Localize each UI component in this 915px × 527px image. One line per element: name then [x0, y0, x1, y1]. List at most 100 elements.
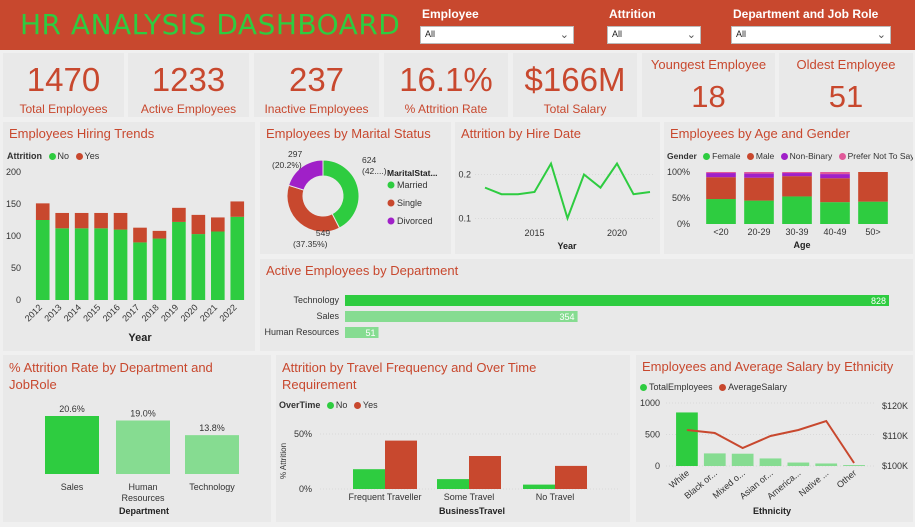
bar-segment — [706, 172, 736, 174]
chevron-down-icon: ⌄ — [876, 29, 886, 41]
filter-attrition-value: All — [612, 29, 623, 39]
bar-segment — [858, 201, 888, 224]
bar — [787, 462, 810, 466]
bar-yes — [172, 207, 186, 222]
x-tick-label: Frequent Traveller — [348, 492, 421, 502]
bar-segment — [744, 173, 774, 178]
y-tick-label: Sales — [316, 311, 339, 321]
y-tick-label: 1000 — [640, 398, 660, 408]
kpi-value: 16.1% — [399, 61, 493, 98]
x-axis-title: Ethnicity — [753, 506, 791, 516]
x-tick-label: 2016 — [101, 302, 122, 323]
filter-attrition-label: Attrition — [609, 7, 656, 21]
x-tick-label: 40-49 — [823, 227, 846, 237]
bar-no — [55, 228, 69, 300]
slice-percent-label: (37.35%) — [293, 239, 328, 249]
kpi-total-employees: 1470 Total Employees — [3, 53, 124, 117]
bar-no — [74, 228, 89, 300]
x-axis-title: BusinessTravel — [439, 506, 505, 516]
bar-yes — [55, 212, 69, 229]
age-gender-chart: 0% 50% 100% <20 20-29 30-39 40-49 50> Age — [667, 167, 888, 250]
kpi-active-employees: 1233 Active Employees — [128, 53, 249, 117]
kpi-label: Total Salary — [543, 102, 607, 116]
kpi-value: 18 — [691, 79, 726, 114]
y-tick-label: 0% — [677, 219, 690, 229]
data-label: 13.8% — [199, 423, 225, 433]
bar-segment — [706, 177, 736, 200]
bar-yes — [113, 212, 128, 230]
data-label: 20.6% — [59, 404, 85, 414]
bar — [731, 453, 754, 466]
bar — [45, 416, 99, 474]
filter-department-value: All — [736, 29, 747, 39]
legend-swatch — [387, 199, 395, 207]
kpi-value: 1233 — [151, 61, 226, 98]
x-tick-label: White — [667, 468, 691, 490]
bar-no — [35, 220, 50, 300]
bar-segment — [782, 172, 812, 174]
filter-department-dropdown[interactable]: All ⌄ — [731, 26, 891, 44]
y-tick-label: 0% — [299, 484, 312, 494]
x-tick-label: 2019 — [159, 302, 180, 323]
bar — [703, 453, 726, 466]
bar-no — [94, 228, 108, 300]
bar-yes — [152, 230, 167, 239]
y-tick-label: 0.1 — [458, 213, 471, 223]
attrition-line — [484, 161, 651, 222]
y-tick-label: 100 — [6, 231, 21, 241]
x-tick-label: 2012 — [23, 302, 44, 323]
y2-tick-label: $100K — [882, 461, 908, 471]
dashboard-title: HR ANALYSIS DASHBOARD — [20, 8, 401, 41]
y2-tick-label: $110K — [883, 431, 908, 441]
bar — [523, 484, 555, 489]
bar-no — [211, 231, 225, 300]
kpi-value: 51 — [828, 79, 864, 114]
kpi-label: Oldest Employee — [796, 57, 896, 72]
y2-tick-label: $120K — [882, 401, 908, 411]
panel-attrition-department: % Attrition Rate by Department and JobRo… — [3, 355, 271, 522]
bar-yes — [230, 201, 245, 217]
x-tick-label: 2018 — [140, 302, 161, 323]
y-tick-label: 0.2 — [458, 170, 471, 180]
y-tick-label: Human Resources — [264, 327, 339, 337]
bar — [185, 435, 239, 474]
kpi-inactive-employees: 237 Inactive Employees — [254, 53, 379, 117]
kpi-value: $166M — [524, 61, 626, 98]
kpi-total-salary: $166M Total Salary — [513, 53, 637, 117]
y-tick-label: 200 — [6, 167, 21, 177]
kpi-value: 1470 — [26, 61, 101, 98]
x-tick-label: 2013 — [42, 302, 63, 323]
bar — [385, 440, 417, 489]
bar-segment — [820, 172, 850, 175]
x-axis-title: Age — [793, 240, 810, 250]
bar-segment — [782, 173, 812, 177]
kpi-attrition-rate: 16.1% % Attrition Rate — [384, 53, 508, 117]
x-tick-label: 2015 — [81, 302, 102, 323]
chevron-down-icon: ⌄ — [559, 29, 569, 41]
bar-segment — [820, 202, 850, 224]
bar-segment — [782, 176, 812, 197]
kpi-label: % Attrition Rate — [404, 102, 488, 116]
x-tick-label: 2020 — [179, 302, 200, 323]
bar — [345, 311, 578, 322]
bar — [353, 469, 385, 489]
filter-employee-dropdown[interactable]: All ⌄ — [420, 26, 574, 44]
bar-yes — [211, 217, 225, 232]
panel-age-gender: Employees by Age and Gender Gender Femal… — [664, 122, 913, 254]
donut-slice — [286, 184, 341, 233]
y-tick-label: Technology — [293, 295, 339, 305]
y-tick-label: 50% — [672, 193, 690, 203]
panel-active-department: Active Employees by Department Technolog… — [260, 259, 913, 351]
panel-travel-overtime: Attrition by Travel Frequency and Over T… — [276, 355, 630, 522]
bar-yes — [94, 212, 108, 229]
y-tick-label: 50% — [294, 429, 312, 439]
bar — [676, 412, 698, 466]
x-tick-label: 50> — [865, 227, 880, 237]
kpi-label: Active Employees — [140, 102, 237, 116]
slice-value-label: 549 — [316, 228, 330, 238]
x-tick-label: 20-29 — [747, 227, 770, 237]
bar — [815, 463, 838, 466]
y-axis-title: % Attrition — [279, 443, 288, 479]
slice-value-label: 297 — [288, 149, 302, 159]
filter-attrition-dropdown[interactable]: All ⌄ — [607, 26, 701, 44]
